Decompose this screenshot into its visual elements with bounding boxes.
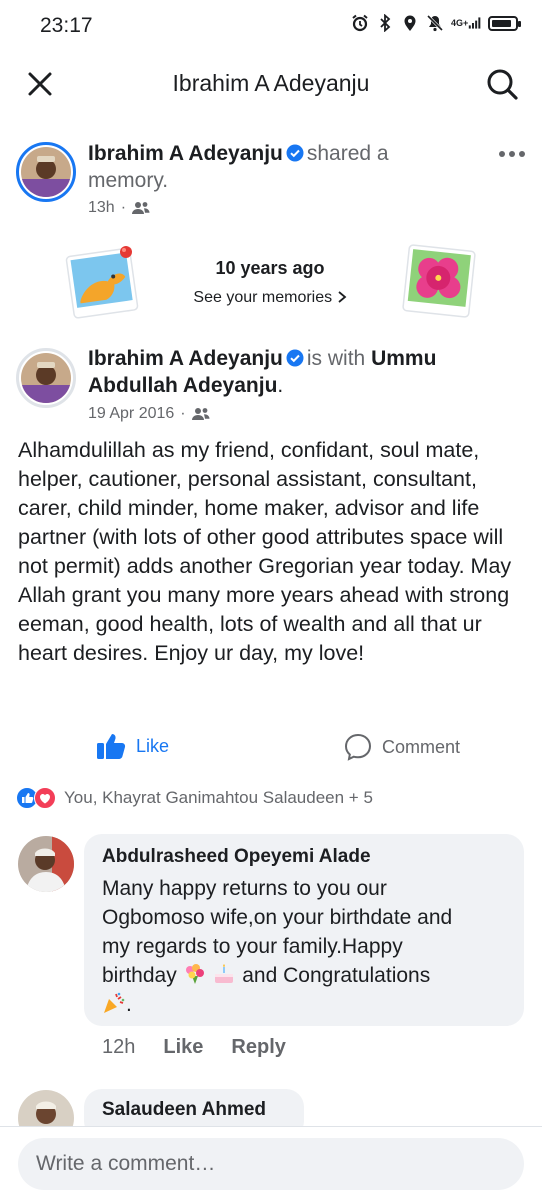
battery-icon: [488, 15, 521, 31]
comment-input[interactable]: Write a comment…: [18, 1138, 524, 1190]
search-button[interactable]: [482, 64, 522, 104]
comment-time[interactable]: 12h: [102, 1036, 135, 1059]
bouquet-emoji-icon: [185, 964, 204, 984]
more-options-button[interactable]: [498, 147, 526, 161]
comment-line-3: my regards to your family.Happy: [102, 935, 403, 958]
friends-audience-icon[interactable]: [132, 201, 150, 215]
profile-photo: [21, 147, 71, 197]
separator: ·: [120, 199, 127, 216]
share-time[interactable]: 13h: [88, 199, 115, 217]
commenter-name-2[interactable]: Salaudeen Ahmed: [102, 1099, 286, 1121]
share-action: shared a: [306, 142, 389, 165]
signal-icon: 4G+: [451, 14, 481, 32]
share-action-line2: memory.: [88, 169, 169, 192]
chevron-right-icon: [338, 291, 346, 303]
tagged-person-first[interactable]: Ummu: [371, 347, 436, 370]
comment-bubble-icon: [344, 733, 372, 761]
memory-dog-illustration: [64, 244, 142, 322]
memory-flower-illustration: [398, 240, 480, 322]
post-header: Ibrahim A Adeyanju is with Ummu Abdullah …: [88, 345, 528, 399]
see-memories-label: See your memories: [193, 289, 333, 306]
see-memories-link[interactable]: See your memories: [140, 289, 400, 307]
post-author[interactable]: Ibrahim A Adeyanju: [88, 347, 283, 370]
status-time: 23:17: [40, 14, 93, 37]
post-avatar[interactable]: [16, 348, 76, 408]
avatar[interactable]: [16, 142, 76, 202]
comment-input-placeholder: Write a comment…: [36, 1152, 216, 1175]
tag-period: .: [277, 374, 284, 397]
like-button[interactable]: Like: [96, 732, 169, 760]
comment-line-5-text: .: [126, 993, 132, 1016]
status-icons: 4G+: [351, 14, 521, 32]
post-meta: 19 Apr 2016 ·: [88, 405, 210, 423]
comment-line-5: .: [102, 990, 506, 1019]
search-icon: [487, 69, 518, 100]
bluetooth-icon: [376, 14, 394, 32]
post-text: Alhamdulillah as my friend, confidant, s…: [18, 438, 512, 665]
party-popper-emoji-icon: [104, 992, 125, 1013]
post-profile-photo: [21, 353, 71, 403]
comment-reply-button[interactable]: Reply: [231, 1036, 285, 1059]
share-meta: 13h ·: [88, 199, 150, 217]
share-author[interactable]: Ibrahim A Adeyanju: [88, 142, 283, 165]
comment-like-button[interactable]: Like: [163, 1036, 203, 1059]
comment-label: Comment: [382, 736, 461, 757]
comment-actions: 12h Like Reply: [102, 1036, 286, 1059]
comment-line-4b: and Congratulations: [242, 964, 431, 987]
commenter-name[interactable]: Abdulrasheed Opeyemi Alade: [102, 846, 506, 868]
comment-line-4a: birthday: [102, 964, 177, 987]
with-text: is with: [306, 347, 366, 370]
tagged-person-rest[interactable]: Abdullah Adeyanju: [88, 374, 277, 397]
post-date[interactable]: 19 Apr 2016: [88, 405, 174, 423]
battery-level: [492, 19, 511, 27]
verified-badge-icon: [286, 144, 304, 162]
reactions-summary[interactable]: You, Khayrat Ganimahtou Salaudeen + 5: [16, 787, 373, 809]
network-label: 4G+: [451, 17, 469, 28]
location-icon: [401, 14, 419, 32]
reactions-text: You, Khayrat Ganimahtou Salaudeen + 5: [64, 788, 373, 807]
like-label: Like: [136, 735, 170, 756]
thumbs-up-icon: [97, 734, 126, 759]
comment-line-4: birthday and Congratulations: [102, 961, 506, 990]
comment-line-1: Many happy returns to you our: [102, 877, 387, 900]
birthday-cake-emoji-icon: [215, 964, 234, 983]
comment-text: Many happy returns to you our Ogbomoso w…: [102, 874, 506, 1019]
alarm-icon: [351, 14, 369, 32]
share-header: Ibrahim A Adeyanju shared a memory.: [88, 140, 448, 194]
page-title: Ibrahim A Adeyanju: [172, 70, 370, 96]
love-reaction-icon: [34, 787, 56, 809]
friends-audience-icon[interactable]: [191, 407, 210, 421]
comment-line-2: Ogbomoso wife,on your birthdate and: [102, 906, 453, 929]
comment-bubble: Abdulrasheed Opeyemi Alade Many happy re…: [84, 834, 524, 1026]
comment-button[interactable]: Comment: [344, 733, 460, 761]
memories-title: 10 years ago: [215, 258, 325, 278]
separator: ·: [180, 405, 186, 422]
more-dots-icon: [499, 151, 525, 157]
mute-icon: [426, 14, 444, 32]
verified-badge-icon: [286, 349, 304, 367]
commenter-avatar[interactable]: [18, 836, 74, 892]
